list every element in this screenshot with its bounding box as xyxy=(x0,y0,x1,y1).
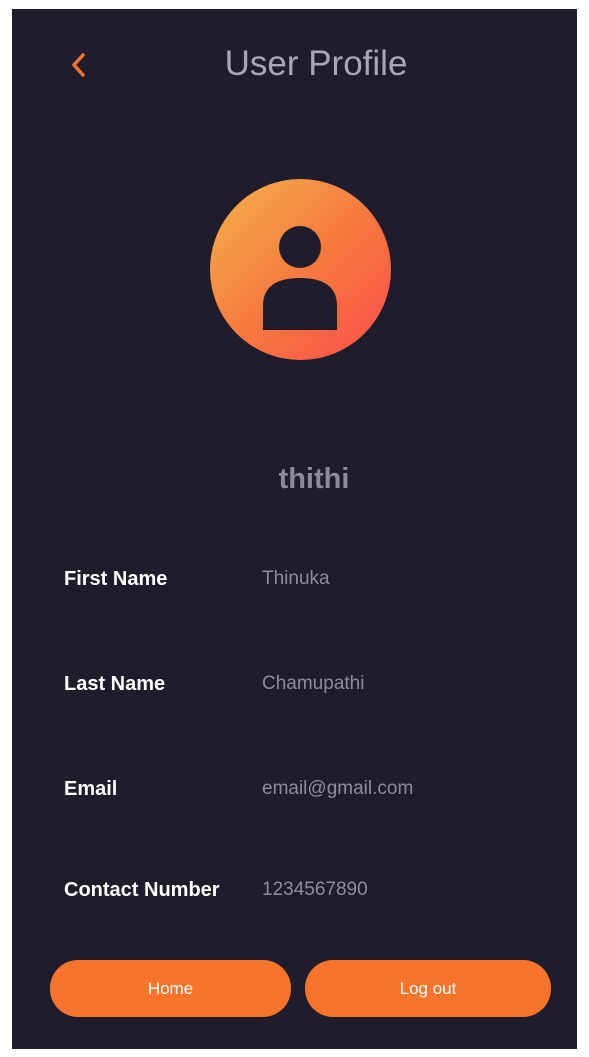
email-value: email@gmail.com xyxy=(262,778,414,799)
avatar xyxy=(210,179,391,360)
last-name-row: Last Name Chamupathi xyxy=(64,669,564,699)
user-icon xyxy=(263,226,337,330)
last-name-label: Last Name xyxy=(64,673,166,695)
page-title: User Profile xyxy=(224,44,408,83)
last-name-value: Chamupathi xyxy=(262,673,365,694)
first-name-value: Thinuka xyxy=(262,568,330,589)
contact-number-label: Contact Number xyxy=(64,879,220,901)
email-row: Email email@gmail.com xyxy=(64,774,564,804)
contact-number-value: 1234567890 xyxy=(262,879,368,900)
home-button[interactable]: Home xyxy=(50,960,291,1017)
first-name-row: First Name Thinuka xyxy=(64,564,564,594)
logout-button[interactable]: Log out xyxy=(305,960,551,1017)
username: thithi xyxy=(278,463,350,495)
first-name-label: First Name xyxy=(64,568,168,590)
email-label: Email xyxy=(64,778,118,800)
profile-screen: User Profile thithi First Name Thinuka L… xyxy=(12,9,577,1049)
contact-number-row: Contact Number 1234567890 xyxy=(64,875,564,905)
